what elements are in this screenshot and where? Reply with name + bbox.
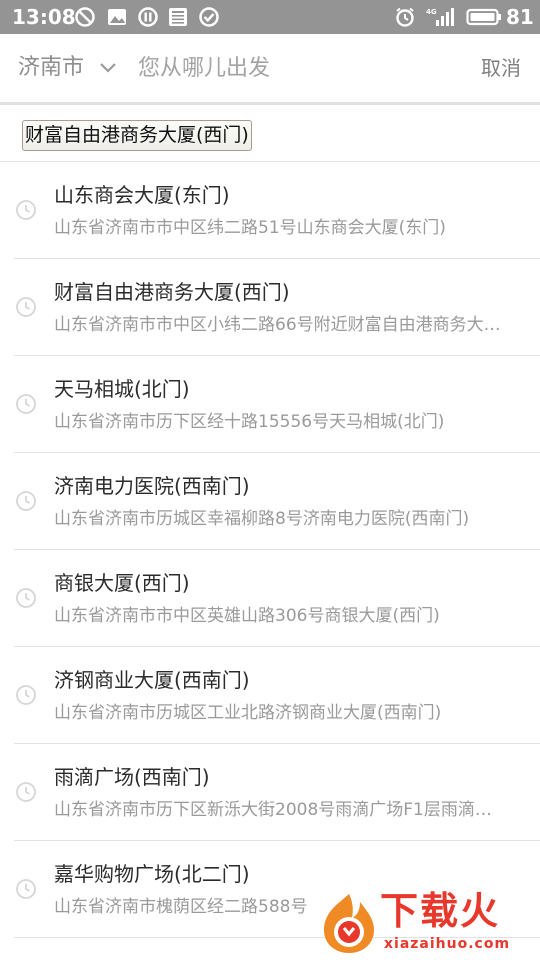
place-name: 济南电力医院(西南门)	[54, 474, 250, 498]
place-address: 山东省济南市历下区新泺大街2008号雨滴广场F1层雨滴广场(西南门)	[54, 800, 504, 820]
watermark-text: 下载火	[380, 889, 501, 933]
history-clock-icon	[16, 782, 36, 802]
cancel-button[interactable]: 取消	[481, 54, 521, 82]
news-notification-icon	[169, 8, 187, 26]
image-notification-icon	[108, 9, 126, 25]
history-clock-icon	[16, 394, 36, 414]
history-clock-icon	[16, 588, 36, 608]
chevron-down-icon[interactable]	[98, 58, 118, 78]
battery-level: 81	[506, 5, 534, 29]
list-item[interactable]: 天马相城(北门) 山东省济南市历下区经十路15556号天马相城(北门)	[0, 356, 540, 453]
list-item[interactable]: 山东商会大厦(东门) 山东省济南市市中区纬二路51号山东商会大厦(东门)	[0, 162, 540, 259]
flame-logo-icon	[324, 894, 374, 953]
place-name: 济钢商业大厦(西南门)	[54, 668, 250, 692]
history-clock-icon	[16, 685, 36, 705]
list-item[interactable]: 商银大厦(西门) 山东省济南市市中区英雄山路306号商银大厦(西门)	[0, 550, 540, 647]
search-header: 济南市 取消	[0, 34, 540, 105]
do-not-disturb-icon	[75, 7, 95, 27]
alarm-clock-icon	[396, 7, 414, 27]
place-address: 山东省济南市市中区小纬二路66号附近财富自由港商务大厦(西门)	[54, 315, 504, 335]
place-name: 天马相城(北门)	[54, 377, 190, 401]
network-type-label: 4G	[426, 8, 437, 16]
history-clock-icon	[16, 297, 36, 317]
status-time: 13:08	[12, 5, 76, 29]
history-clock-icon	[16, 879, 36, 899]
city-selector[interactable]: 济南市	[18, 54, 84, 82]
history-clock-icon	[16, 200, 36, 220]
place-name: 山东商会大厦(东门)	[54, 183, 230, 207]
place-address: 山东省济南市市中区英雄山路306号商银大厦(西门)	[54, 606, 440, 626]
list-item[interactable]: 济南电力医院(西南门) 山东省济南市历城区幸福柳路8号济南电力医院(西南门)	[0, 453, 540, 550]
place-name: 商银大厦(西门)	[54, 571, 190, 595]
place-name: 嘉华购物广场(北二门)	[54, 862, 250, 886]
list-item[interactable]: 财富自由港商务大厦(西门) 山东省济南市市中区小纬二路66号附近财富自由港商务大…	[0, 259, 540, 356]
pause-media-icon	[138, 7, 158, 27]
watermark-logo: 下载火 xiazaihuo.com	[318, 888, 540, 960]
list-item[interactable]: 济钢商业大厦(西南门) 山东省济南市历城区工业北路济钢商业大厦(西南门)	[0, 647, 540, 744]
place-address: 山东省济南市历城区幸福柳路8号济南电力医院(西南门)	[54, 509, 470, 529]
history-clock-icon	[16, 491, 36, 511]
status-bar: 13:08 4G 81	[0, 0, 540, 34]
suggestion-row: 财富自由港商务大厦(西门)	[0, 105, 540, 162]
watermark-url: xiazaihuo.com	[384, 936, 511, 952]
place-name: 财富自由港商务大厦(西门)	[54, 280, 290, 304]
list-item[interactable]: 雨滴广场(西南门) 山东省济南市历下区新泺大街2008号雨滴广场F1层雨滴广场(…	[0, 744, 540, 841]
history-results-list: 山东商会大厦(东门) 山东省济南市市中区纬二路51号山东商会大厦(东门) 财富自…	[0, 162, 540, 938]
signal-strength-icon: 4G	[426, 8, 454, 26]
check-circle-icon	[199, 7, 219, 27]
place-name: 雨滴广场(西南门)	[54, 765, 210, 789]
origin-search-input[interactable]	[138, 50, 448, 86]
place-address: 山东省济南市历城区工业北路济钢商业大厦(西南门)	[54, 703, 442, 723]
battery-icon	[466, 8, 501, 26]
place-address: 山东省济南市市中区纬二路51号山东商会大厦(东门)	[54, 218, 446, 238]
place-address: 山东省济南市历下区经十路15556号天马相城(北门)	[54, 412, 445, 432]
suggestion-chip[interactable]: 财富自由港商务大厦(西门)	[22, 120, 252, 151]
